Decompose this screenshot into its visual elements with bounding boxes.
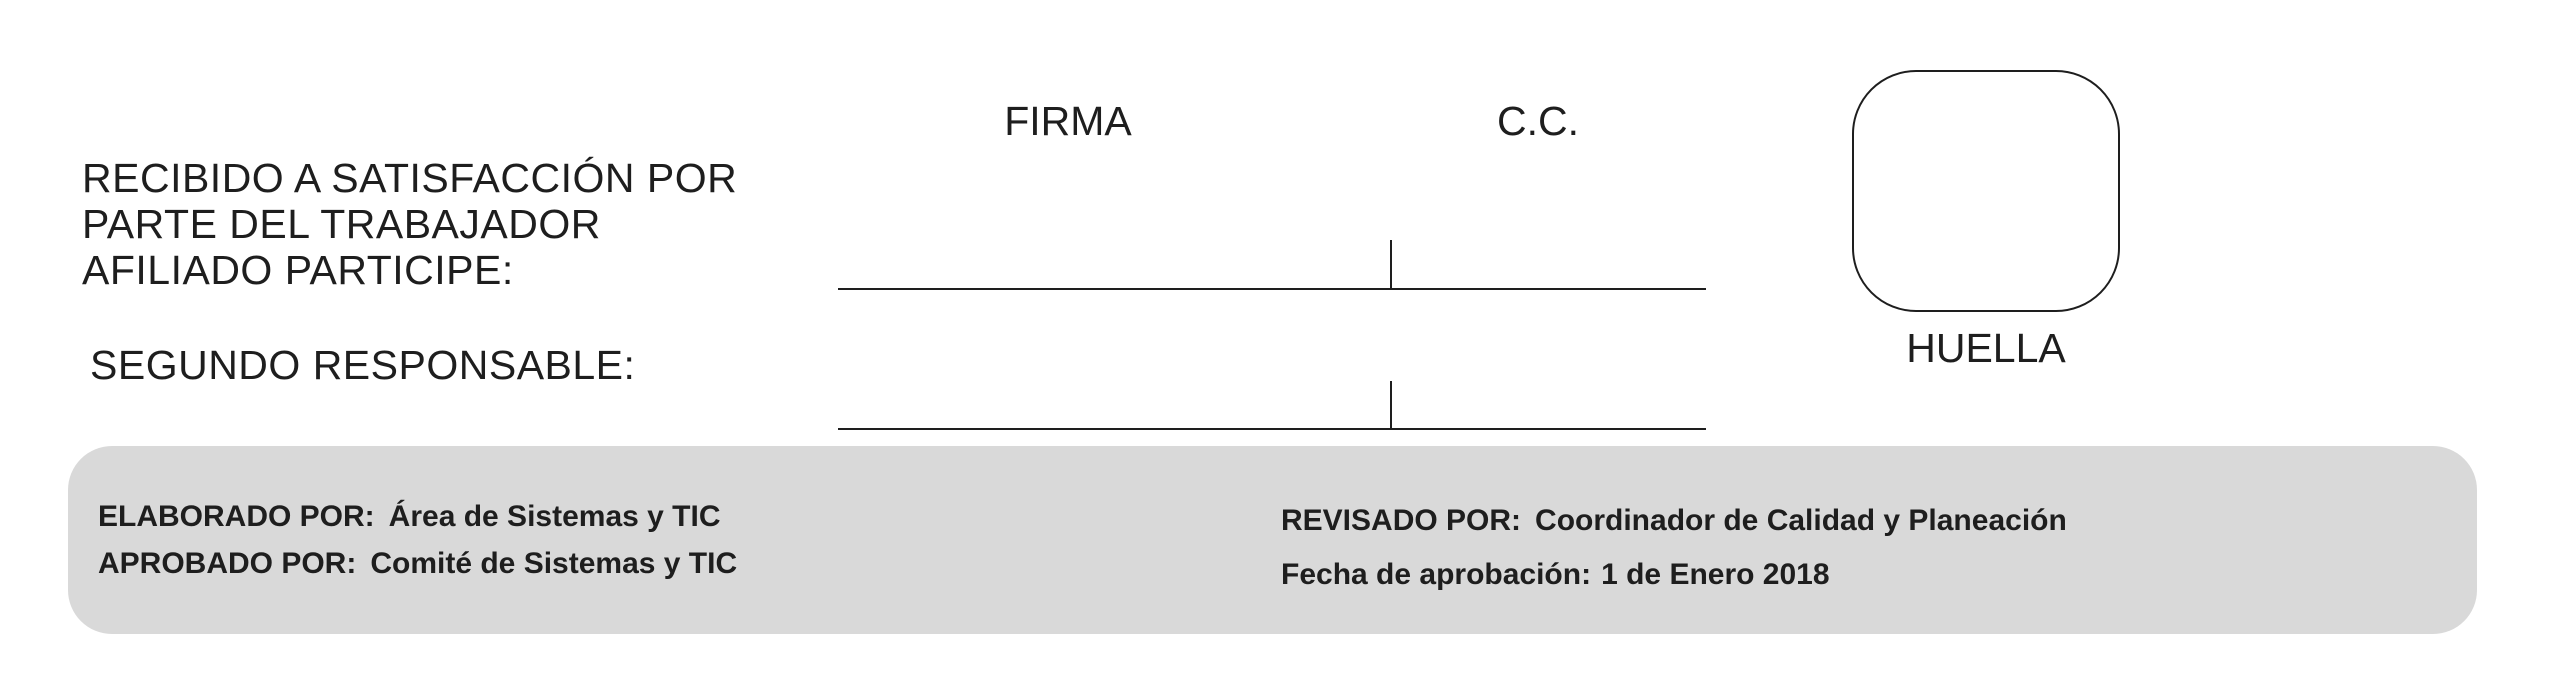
approval-date-label: Fecha de aprobación: (1281, 558, 1592, 591)
reviewed-by-row: REVISADO POR: Coordinador de Calidad y Pl… (1281, 504, 2067, 538)
received-label-line-2: PARTE DEL TRABAJADOR (82, 201, 601, 247)
reviewed-by-label: REVISADO POR: (1281, 504, 1522, 537)
approval-date-value: 1 de Enero 2018 (1601, 558, 1830, 591)
received-by-worker-label: RECIBIDO A SATISFACCIÓN POR PARTE DEL TR… (82, 155, 737, 293)
fingerprint-box[interactable] (1852, 70, 2120, 312)
elaborated-by-row: ELABORADO POR: Área de Sistemas y TIC (98, 500, 721, 534)
elaborated-by-value: Área de Sistemas y TIC (388, 500, 721, 533)
second-responsible-label: SEGUNDO RESPONSABLE: (90, 342, 636, 388)
worker-signature-line[interactable] (838, 288, 1706, 290)
reviewed-by-value: Coordinador de Calidad y Planeación (1535, 504, 2067, 537)
received-label-line-3: AFILIADO PARTICIPE: (82, 247, 514, 293)
id-column-header: C.C. (1497, 98, 1579, 144)
signature-column-header: FIRMA (1004, 98, 1132, 144)
approved-by-label: APROBADO POR: (98, 547, 357, 580)
second-responsible-line-divider (1390, 381, 1392, 428)
approved-by-row: APROBADO POR: Comité de Sistemas y TIC (98, 547, 737, 581)
approved-by-value: Comité de Sistemas y TIC (370, 547, 738, 580)
second-responsible-signature-line[interactable] (838, 428, 1706, 430)
approval-footer: ELABORADO POR: Área de Sistemas y TIC APR… (68, 446, 2477, 634)
worker-line-divider (1390, 240, 1392, 288)
elaborated-by-label: ELABORADO POR: (98, 500, 375, 533)
approval-date-row: Fecha de aprobación: 1 de Enero 2018 (1281, 558, 1830, 592)
fingerprint-label: HUELLA (1906, 325, 2066, 371)
received-label-line-1: RECIBIDO A SATISFACCIÓN POR (82, 155, 738, 201)
